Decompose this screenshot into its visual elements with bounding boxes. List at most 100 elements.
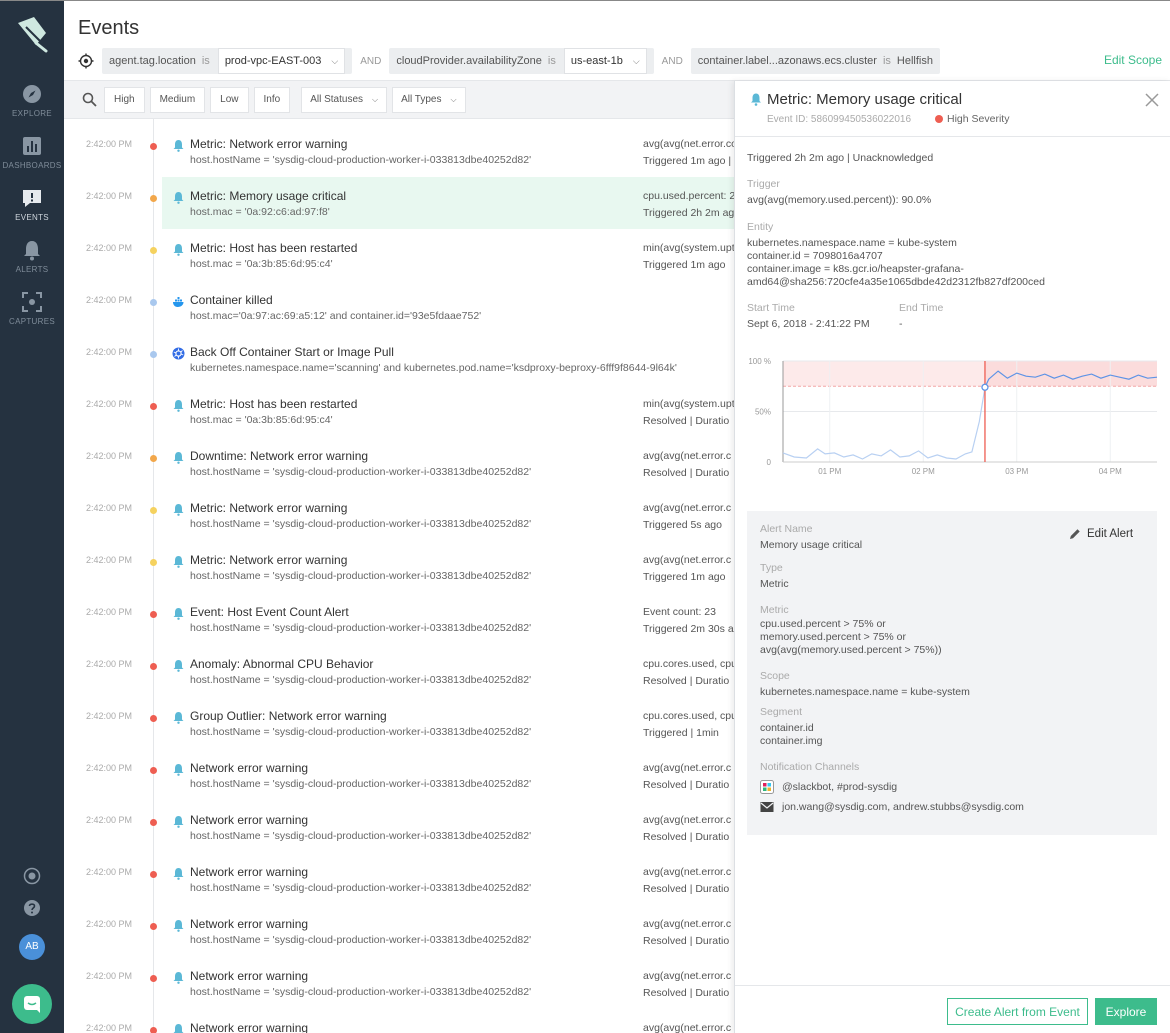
event-metric: cpu.cores.used, cpu [643, 710, 734, 722]
severity-dot [150, 143, 157, 150]
close-icon[interactable] [1145, 93, 1159, 107]
nav-captures[interactable]: CAPTURES [0, 291, 64, 341]
event-row[interactable]: 2:42:00 PM Network error warning host.host… [64, 957, 734, 1009]
nav-dashboards-label: DASHBOARDS [2, 161, 62, 170]
filter-high[interactable]: High [104, 86, 145, 113]
event-row[interactable]: 2:42:00 PM Metric: Network error warning h… [64, 489, 734, 541]
event-row[interactable]: 2:42:00 PM Metric: Memory usage critical h… [64, 177, 734, 229]
event-row[interactable]: 2:42:00 PM Metric: Host has been restarte… [64, 229, 734, 281]
entity-line: kubernetes.namespace.name = kube-system [747, 237, 957, 249]
event-title: Container killed [190, 293, 273, 307]
scope-chip-zone[interactable]: cloudProvider.availabilityZone is us-eas… [389, 48, 654, 74]
bar-chart-icon [23, 137, 41, 155]
event-row[interactable]: 2:42:00 PM Network error warning host.host… [64, 853, 734, 905]
explore-button[interactable]: Explore [1095, 998, 1157, 1025]
event-row[interactable]: 2:42:00 PM Metric: Host has been restarte… [64, 385, 734, 437]
event-title: Group Outlier: Network error warning [190, 709, 387, 723]
detail-header: Metric: Memory usage critical Event ID: … [735, 81, 1170, 137]
metric-line: avg(avg(memory.used.percent > 75%)) [760, 644, 942, 656]
filter-low[interactable]: Low [210, 86, 249, 113]
app-window: EXPLORE DASHBOARDS EVENTS ALERTS CAPTURE… [0, 0, 1170, 1033]
type-dropdown[interactable]: All Types ⌵ [392, 86, 466, 113]
chat-button[interactable] [12, 984, 52, 1024]
event-title: Downtime: Network error warning [190, 449, 369, 463]
scope-value: us-east-1b [570, 55, 623, 67]
trigger-label: Trigger [747, 178, 780, 190]
nav-help[interactable] [0, 899, 64, 920]
event-row[interactable]: 2:42:00 PM Network error warning host.host… [64, 801, 734, 853]
scope-value-select[interactable]: us-east-1b ⌵ [563, 48, 647, 74]
scope-chip-location[interactable]: agent.tag.location is prod-vpc-EAST-003 … [102, 48, 353, 74]
event-status: Resolved | Duratio [643, 883, 730, 895]
type-dropdown-label: All Types [401, 93, 442, 105]
target-icon [23, 867, 41, 885]
segment-label: Segment [760, 706, 803, 718]
event-status: Resolved | Duratio [643, 987, 730, 999]
scope-value-select[interactable]: prod-vpc-EAST-003 ⌵ [217, 48, 346, 74]
event-title: Network error warning [190, 761, 309, 775]
nav-alerts[interactable]: ALERTS [0, 239, 64, 289]
event-row[interactable]: 2:42:00 PM Network error warning host.host… [64, 749, 734, 801]
nav-targets[interactable] [0, 867, 64, 888]
event-row[interactable]: 2:42:00 PM Network error warning host.host… [64, 905, 734, 957]
event-status: Resolved | Duratio [643, 415, 730, 427]
event-title: Metric: Memory usage critical [190, 189, 347, 203]
event-title: Network error warning [190, 1021, 309, 1033]
filter-info[interactable]: Info [253, 86, 291, 113]
severity-dot [150, 871, 157, 878]
event-row[interactable]: 2:42:00 PM Network error warning avg(avg(n… [64, 1009, 734, 1033]
events-list: High Medium Low Info All Statuses ⌵ All T… [64, 81, 734, 1033]
nav-events[interactable]: EVENTS [0, 187, 64, 237]
event-time: 2:42:00 PM [86, 659, 133, 669]
event-title: Network error warning [190, 969, 309, 983]
nav-captures-label: CAPTURES [9, 317, 55, 326]
scope-and: AND [360, 55, 382, 67]
event-metric: avg(avg(net.error.c [643, 814, 732, 826]
severity-dot [150, 247, 157, 254]
event-time: 2:42:00 PM [86, 763, 133, 773]
event-scope: host.hostName = 'sysdig-cloud-production… [190, 570, 532, 582]
event-row[interactable]: 2:42:00 PM Downtime: Network error warnin… [64, 437, 734, 489]
page-title: Events [78, 17, 140, 39]
entity-line: container.image = k8s.gcr.io/heapster-gr… [747, 263, 964, 275]
event-metric: min(avg(system.upt [643, 242, 734, 254]
mail-icon [760, 802, 774, 812]
user-menu[interactable]: AB [0, 934, 64, 960]
edit-scope-link[interactable]: Edit Scope [1104, 53, 1162, 67]
sysdig-logo[interactable] [14, 13, 50, 53]
event-row[interactable]: 2:42:00 PM Metric: Network error warning h… [64, 541, 734, 593]
chevron-down-icon: ⌵ [331, 55, 339, 66]
chat-icon [24, 996, 40, 1013]
scope-operator: is [882, 55, 891, 67]
event-marker-point [981, 383, 989, 391]
nav-dashboards[interactable]: DASHBOARDS [0, 135, 64, 185]
create-alert-button[interactable]: Create Alert from Event [947, 998, 1088, 1025]
event-metric: avg(avg(net.error.c [643, 554, 732, 566]
event-metric: avg(avg(net.error.co [643, 138, 734, 150]
event-metric: Event count: 23 [643, 606, 716, 618]
y-tick-label: 100 % [748, 357, 771, 366]
status-dropdown[interactable]: All Statuses ⌵ [301, 86, 388, 113]
bell-icon [173, 608, 184, 620]
severity-dot [150, 507, 157, 514]
filter-medium[interactable]: Medium [149, 86, 206, 113]
event-row[interactable]: 2:42:00 PM Container killed host.mac='0a:9… [64, 281, 734, 333]
event-title: Event: Host Event Count Alert [190, 605, 349, 619]
search-icon[interactable] [82, 92, 97, 107]
event-row[interactable]: 2:42:00 PM Event: Host Event Count Alert h… [64, 593, 734, 645]
event-row[interactable]: 2:42:00 PM Anomaly: Abnormal CPU Behavior… [64, 645, 734, 697]
event-title: Back Off Container Start or Image Pull [190, 345, 394, 359]
channels-label: Notification Channels [760, 761, 860, 773]
event-row[interactable]: 2:42:00 PM Metric: Network error warning h… [64, 125, 734, 177]
event-metric: avg(avg(net.error.c [643, 918, 732, 930]
event-row[interactable]: 2:42:00 PM Group Outlier: Network error w… [64, 697, 734, 749]
y-tick-label: 50% [755, 408, 771, 417]
nav-explore[interactable]: EXPLORE [0, 83, 64, 133]
event-row[interactable]: 2:42:00 PM Back Off Container Start or Im… [64, 333, 734, 385]
event-scope: host.hostName = 'sysdig-cloud-production… [190, 726, 532, 738]
event-time: 2:42:00 PM [86, 139, 133, 149]
nav-explore-label: EXPLORE [12, 109, 52, 118]
bell-icon [173, 868, 184, 880]
edit-alert-button[interactable]: Edit Alert [1069, 528, 1133, 540]
scope-chip-cluster[interactable]: container.label...azonaws.ecs.cluster is… [690, 48, 940, 74]
